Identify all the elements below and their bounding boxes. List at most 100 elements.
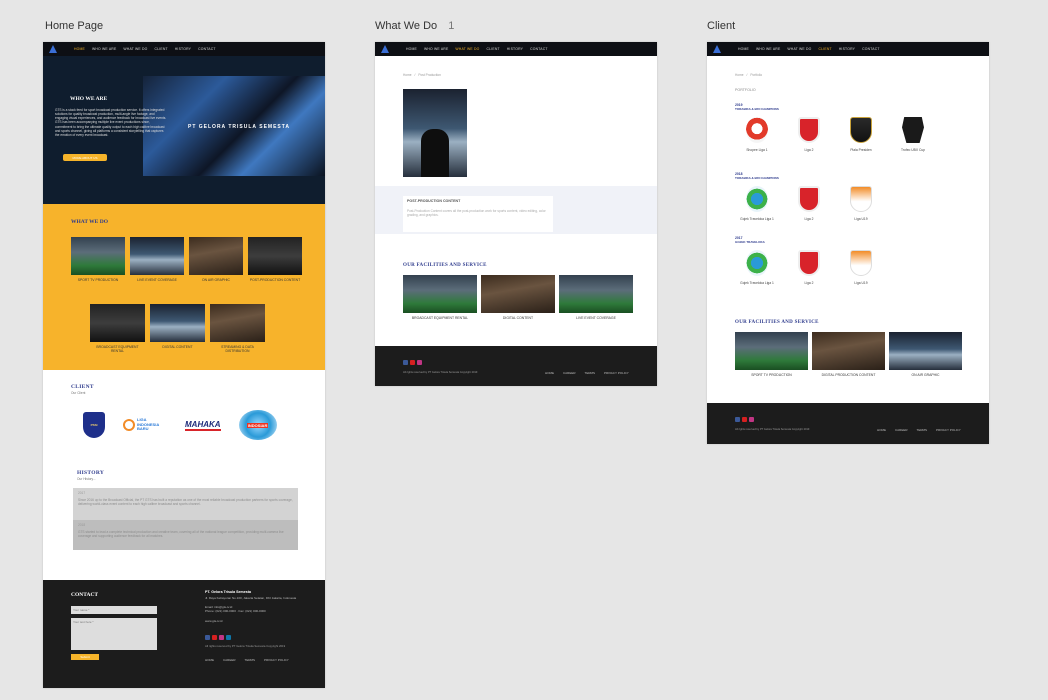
- youtube-icon[interactable]: [410, 360, 415, 365]
- breadcrumb-current: Post Production: [418, 73, 441, 77]
- client-artboard: HOME WHO WE ARE WHAT WE DO CLIENT HISTOR…: [707, 42, 989, 444]
- name-input[interactable]: Your name *: [71, 606, 157, 614]
- service-card[interactable]: ON AIR GRAPHIC: [189, 237, 243, 282]
- more-about-us-button[interactable]: MORE ABOUT US: [63, 154, 107, 161]
- submit-button[interactable]: Submit: [71, 654, 99, 660]
- youtube-icon[interactable]: [212, 635, 217, 640]
- breadcrumb-home[interactable]: Home: [403, 73, 412, 77]
- client-badge[interactable]: Gojek Traveloka Liga 1: [739, 186, 775, 221]
- instagram-icon[interactable]: [417, 360, 422, 365]
- post-production-card: POST-PRODUCTION CONTENT Post-Production …: [403, 196, 553, 232]
- artboard-label-client[interactable]: Client: [707, 20, 735, 32]
- breadcrumb-home[interactable]: Home: [735, 73, 744, 77]
- contact-title: CONTACT: [71, 592, 99, 598]
- client-badge[interactable]: Liga 2: [791, 250, 827, 285]
- facebook-icon[interactable]: [403, 360, 408, 365]
- service-card[interactable]: LIVE EVENT COVERAGE: [130, 237, 184, 282]
- facility-card[interactable]: SPORT TV PRODUCTION: [735, 332, 808, 377]
- footer-link-career[interactable]: CAREER: [223, 658, 236, 662]
- home-page-artboard: HOME WHO WE ARE WHAT WE DO CLIENT HISTOR…: [43, 42, 325, 688]
- facebook-icon[interactable]: [735, 417, 740, 422]
- message-textarea[interactable]: Your text here *: [71, 618, 157, 650]
- nav-contact[interactable]: CONTACT: [198, 47, 216, 51]
- nav-client[interactable]: CLIENT: [487, 47, 500, 51]
- footer-link-terms[interactable]: TERMS: [585, 371, 596, 375]
- logo-icon[interactable]: [49, 45, 57, 53]
- service-card[interactable]: SPORT TV PRODUCTION: [71, 237, 125, 282]
- nav-history[interactable]: HISTORY: [507, 47, 523, 51]
- logo-text: PSSI: [90, 423, 98, 427]
- nav-client[interactable]: CLIENT: [155, 47, 168, 51]
- nav-contact[interactable]: CONTACT: [530, 47, 548, 51]
- nav-what-we-do[interactable]: WHAT WE DO: [123, 47, 147, 51]
- instagram-icon[interactable]: [749, 417, 754, 422]
- logo-icon[interactable]: [381, 45, 389, 53]
- footer-link-career[interactable]: CAREER: [563, 371, 576, 375]
- facility-card[interactable]: LIVE EVENT COVERAGE: [559, 275, 633, 320]
- client-badge[interactable]: Shopee Liga 1: [739, 117, 775, 152]
- footer-link-privacy[interactable]: PRIVACY POLICY: [264, 658, 289, 662]
- badge-label: Liga 2: [804, 281, 814, 285]
- service-card[interactable]: STREAMING & DATA DISTRIBUTION: [210, 304, 265, 354]
- footer-link-home[interactable]: HOME: [877, 428, 886, 432]
- group-subtitle: TORABIKA & BRI CHAMPIONS: [735, 107, 779, 111]
- client-badge[interactable]: Liga 2: [791, 186, 827, 221]
- service-card[interactable]: DIGITAL CONTENT: [150, 304, 205, 354]
- nav-history[interactable]: HISTORY: [839, 47, 855, 51]
- instagram-icon[interactable]: [219, 635, 224, 640]
- company-website[interactable]: www.gts-tv.id: [205, 619, 315, 623]
- company-address: Jl. Raya Kebayoran No.100, Jakarta Selat…: [205, 596, 297, 600]
- social-links: [205, 635, 315, 640]
- history-entry[interactable]: 2018 GTS started to lead a complete tech…: [73, 520, 298, 550]
- history-entry[interactable]: 2017 Since 2016 up to the Broadcast Offi…: [73, 488, 298, 520]
- nav-history[interactable]: HISTORY: [175, 47, 191, 51]
- footer-link-terms[interactable]: TERMS: [245, 658, 256, 662]
- facility-card[interactable]: BROADCAST EQUIPMENT RENTAL: [403, 275, 477, 320]
- artboard-label-home[interactable]: Home Page: [45, 20, 103, 32]
- client-badge[interactable]: Liga 2: [791, 117, 827, 152]
- facebook-icon[interactable]: [205, 635, 210, 640]
- contact-footer: CONTACT Your name * Your text here * Sub…: [43, 580, 325, 688]
- linkedin-icon[interactable]: [226, 635, 231, 640]
- breadcrumb: Home / Post Production: [403, 73, 441, 77]
- nav-who-we-are[interactable]: WHO WE ARE: [424, 47, 448, 51]
- facility-card[interactable]: DIGITAL PRODUCTION CONTENT: [812, 332, 885, 377]
- services-row-2: BROADCAST EQUIPMENT RENTAL DIGITAL CONTE…: [90, 304, 265, 354]
- nav-home[interactable]: HOME: [74, 47, 85, 51]
- hero-body: GTS is a stock feed for sport broadcast …: [55, 108, 167, 137]
- nav-what-we-do[interactable]: WHAT WE DO: [787, 47, 811, 51]
- client-badge[interactable]: Piala Presiden: [843, 117, 879, 152]
- footer-link-home[interactable]: HOME: [205, 658, 214, 662]
- service-card[interactable]: POST-PRODUCTION CONTENT: [248, 237, 302, 282]
- facilities-title: OUR FACILITIES AND SERVICE: [403, 263, 487, 268]
- facility-card[interactable]: ON AIR GRAPHIC: [889, 332, 962, 377]
- youtube-icon[interactable]: [742, 417, 747, 422]
- badge-label: Piala Presiden: [850, 148, 872, 152]
- footer-link-home[interactable]: HOME: [545, 371, 554, 375]
- liga-u19-logo: [850, 250, 872, 276]
- nav-home[interactable]: HOME: [406, 47, 417, 51]
- service-card[interactable]: BROADCAST EQUIPMENT RENTAL: [90, 304, 145, 354]
- client-badge[interactable]: Liga U19: [843, 250, 879, 285]
- footer-link-privacy[interactable]: PRIVACY POLICY: [936, 428, 961, 432]
- nav-what-we-do[interactable]: WHAT WE DO: [455, 47, 479, 51]
- footer-link-privacy[interactable]: PRIVACY POLICY: [604, 371, 629, 375]
- liga2-logo: [798, 186, 820, 212]
- nav-contact[interactable]: CONTACT: [862, 47, 880, 51]
- history-text: Since 2016 up to the Broadcast Official,…: [78, 498, 293, 507]
- facility-card[interactable]: DIGITAL CONTENT: [481, 275, 555, 320]
- nav-client[interactable]: CLIENT: [819, 47, 832, 51]
- nav-who-we-are[interactable]: WHO WE ARE: [756, 47, 780, 51]
- client-logos: PSSI LIGA INDONESIA BARU MAHAKA INDOSIAR: [83, 410, 277, 440]
- client-badge[interactable]: Trofeo UBX Cup: [895, 117, 931, 152]
- footer-link-career[interactable]: CAREER: [895, 428, 908, 432]
- logo-icon[interactable]: [713, 45, 721, 53]
- client-badge[interactable]: Liga U19: [843, 186, 879, 221]
- badge-label: Liga U19: [854, 281, 868, 285]
- nav-home[interactable]: HOME: [738, 47, 749, 51]
- client-badge[interactable]: Gojek Traveloka Liga 1: [739, 250, 775, 285]
- logo-text: LIGA INDONESIA BARU: [137, 417, 160, 432]
- nav-who-we-are[interactable]: WHO WE ARE: [92, 47, 116, 51]
- footer-link-terms[interactable]: TERMS: [917, 428, 928, 432]
- artboard-label-whatwedo[interactable]: What We Do 1: [375, 20, 454, 32]
